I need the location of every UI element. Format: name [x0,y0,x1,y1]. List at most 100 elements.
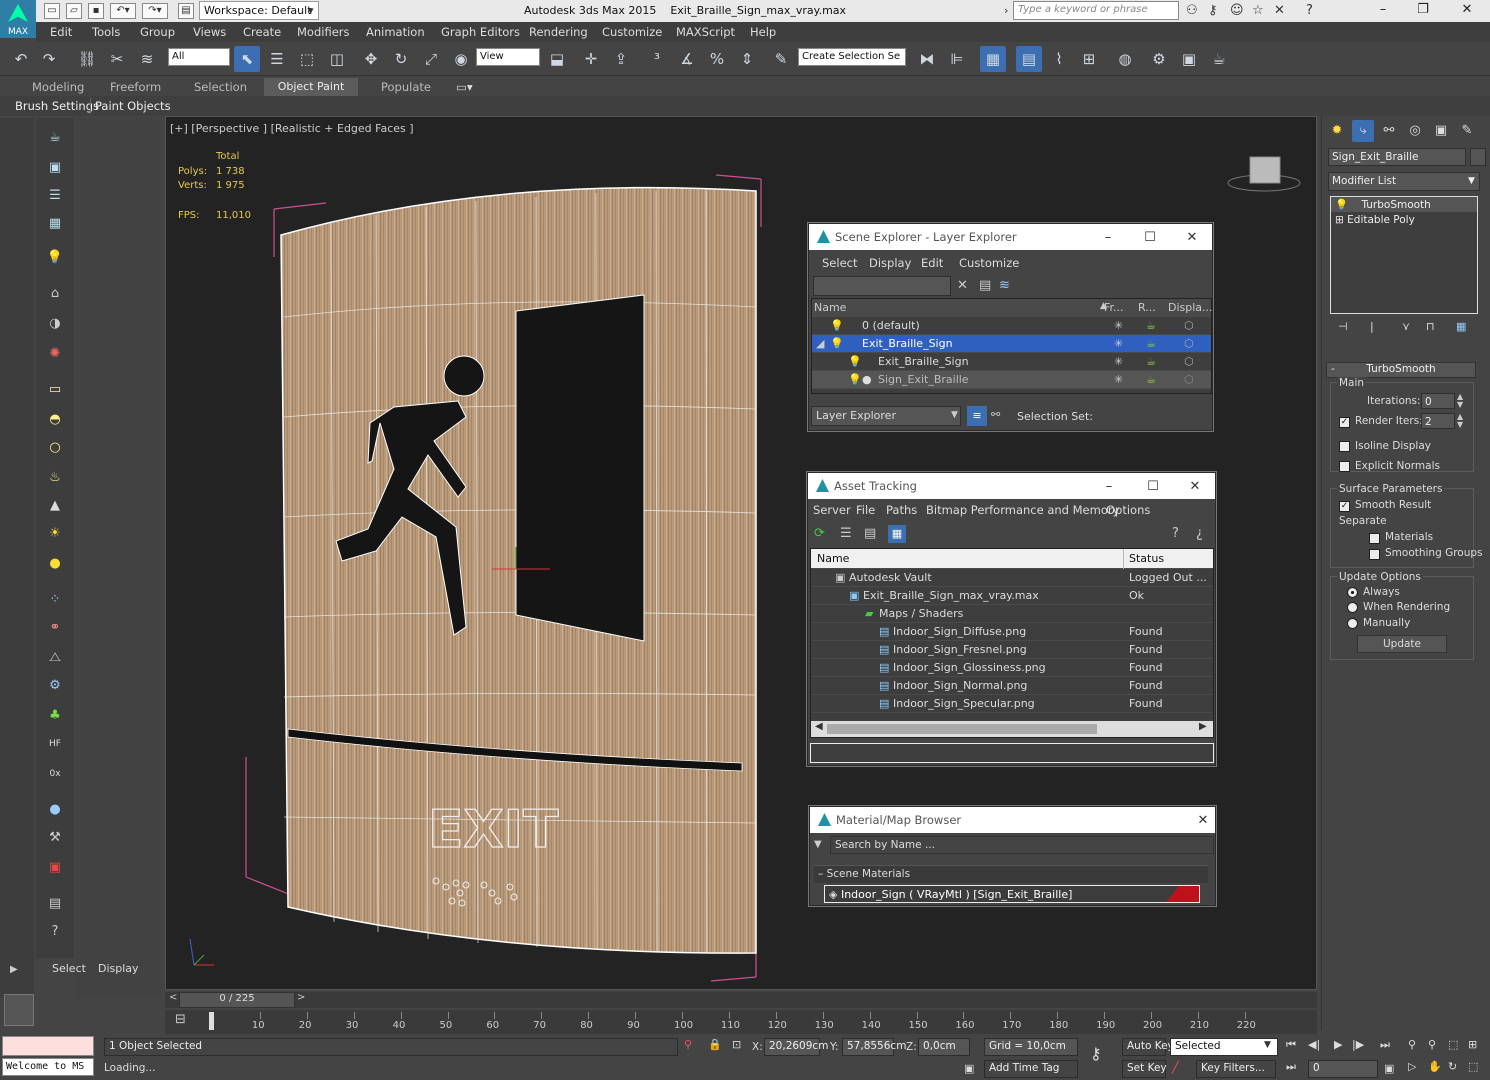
modify-tab-icon[interactable]: ⤷ [1352,120,1374,142]
zoom-extents-icon[interactable]: ⬚ [1448,1038,1458,1051]
scene-materials-group[interactable]: – Scene Materials [814,865,1208,883]
x-coordinate-field[interactable]: 20,2609cm [764,1038,828,1056]
maxscript-listener-top[interactable] [2,1036,94,1056]
light-bulb-icon[interactable]: 💡 [830,319,844,332]
clear-search-icon[interactable]: ✕ [957,278,968,293]
material-editor-icon[interactable]: ◍ [1112,46,1138,72]
display-box-icon[interactable]: ⬡ [1184,319,1194,332]
edit-named-sets-icon[interactable]: ✎ [768,46,794,72]
col-status[interactable]: Status [1129,552,1164,565]
curve-editor-icon[interactable]: ⌇ [1046,46,1072,72]
turbosmooth-rollout-header[interactable]: - TurboSmooth [1326,362,1476,378]
current-frame-field[interactable]: 0 [1308,1060,1378,1078]
col-name[interactable]: Name [814,301,846,314]
new-file-icon[interactable]: ▭ [44,3,60,19]
star-icon[interactable]: ☆ [1252,3,1264,18]
menu-file[interactable]: File [856,503,875,517]
prev-key-icon[interactable]: ◀| [1308,1038,1320,1051]
detail-view-icon[interactable]: ▤ [864,526,876,541]
menu-graph-editors[interactable]: Graph Editors [441,25,520,39]
rotate-icon[interactable]: ↻ [388,46,414,72]
menu-maxscript[interactable]: MAXScript [676,25,735,39]
freeze-icon[interactable]: ✳ [1114,355,1123,368]
percent-snap-icon[interactable]: % [704,46,730,72]
scroll-right-icon[interactable]: ▶ [1199,721,1207,732]
light-bulb-icon[interactable]: 💡 [1335,199,1361,211]
stack-item-editable-poly[interactable]: ⊞ Editable Poly [1331,213,1477,228]
options-arrow-icon[interactable]: ▼ [814,839,822,850]
render-teapot-icon[interactable]: ☕ [1146,337,1156,350]
maxscript-mini-listener[interactable]: Welcome to MS [2,1058,94,1076]
layout-thumbnail[interactable] [4,994,34,1026]
hair-fur-icon[interactable]: HF [44,734,66,754]
asset-row[interactable]: ▤ Indoor_Sign_Glossiness.png Found [811,659,1213,677]
menu-rendering[interactable]: Rendering [529,25,588,39]
freeze-icon[interactable]: ✳ [1114,373,1123,386]
col-name[interactable]: Name [817,552,849,565]
display-box-icon[interactable]: ⬡ [1184,355,1194,368]
set-key-icon[interactable]: ⚷ [1090,1044,1102,1063]
material-search-input[interactable]: Search by Name ... [830,836,1214,854]
menu-display[interactable]: Display [869,256,911,270]
refresh-icon[interactable]: ⟳ [814,526,825,541]
cone-icon[interactable]: ▲ [44,496,66,516]
menu-options[interactable]: Options [1106,503,1150,517]
key-curve-icon[interactable]: ╱ [1172,1061,1179,1074]
menu-edit[interactable]: Edit [50,25,72,39]
light-bulb-icon[interactable]: 💡 [830,337,844,350]
fov-icon[interactable]: ▷ [1408,1060,1416,1073]
col-freeze[interactable]: Fr... [1104,301,1124,314]
y-coordinate-field[interactable]: 57,8556cm [842,1038,906,1056]
document-icon[interactable]: ▤ [44,894,66,914]
absolute-mode-icon[interactable]: ⊡ [732,1038,741,1051]
exchange-icon[interactable]: ✕ [1274,3,1285,18]
goto-start-icon[interactable]: ⏮ [1286,1038,1296,1052]
play-icon[interactable]: ▶ [1334,1038,1342,1051]
about-icon[interactable]: ¿ [1196,526,1203,541]
app-logo[interactable]: MAX [0,0,36,38]
render-iters-spinner[interactable]: 2 [1421,413,1455,429]
omni-light-icon[interactable]: ● [44,554,66,574]
isoline-checkbox[interactable] [1339,441,1350,452]
time-tag-icon[interactable]: ▣ [964,1062,974,1075]
next-key-icon[interactable]: |▶ [1352,1038,1364,1051]
z-coordinate-field[interactable]: 0,0cm [918,1038,970,1056]
menu-tools[interactable]: Tools [92,25,120,39]
keyword-search-input[interactable]: Type a keyword or phrase [1013,1,1179,20]
render-teapot-icon[interactable]: ☕ [1146,319,1156,332]
add-to-layer-icon[interactable]: ≋ [999,278,1010,293]
render-production-icon[interactable]: ☕ [1206,46,1232,72]
asset-row[interactable]: ▤ Indoor_Sign_Specular.png Found [811,695,1213,713]
key-filters-button[interactable]: Key Filters... [1196,1060,1276,1078]
half-sphere-icon[interactable]: ◑ [44,314,66,334]
pin-stack-icon[interactable]: ⊣ [1338,320,1348,333]
ribbon-options-icon[interactable]: ▭▾ [456,80,473,94]
remove-modifier-icon[interactable]: ⊓ [1426,320,1435,333]
ox-icon[interactable]: 0x [44,764,66,784]
add-time-tag-button[interactable]: Add Time Tag [984,1060,1078,1078]
light-bulb-icon[interactable]: 💡 [848,373,862,386]
freeze-icon[interactable]: ✳ [1114,319,1123,332]
material-browser-title[interactable]: Material/Map Browser [810,807,1215,833]
object-color-swatch[interactable] [1470,148,1486,166]
maximize-viewport-icon[interactable]: ⬚ [1468,1060,1478,1073]
light-bulb-icon[interactable]: 💡 [848,355,862,368]
hierarchy-icon[interactable]: ⚯ [991,408,1000,421]
layer-row[interactable]: 💡 0 (default) ✳ ☕ ⬡ [812,317,1211,335]
workspace-dropdown[interactable]: Workspace: Default [199,1,319,20]
toggle-scene-explorer-icon[interactable]: ▦ [980,46,1006,72]
new-layer-icon[interactable]: ▤ [979,278,991,293]
smoothing-groups-checkbox[interactable] [1369,549,1380,560]
collapse-arrow-icon[interactable]: ◢ [816,337,824,350]
search-input[interactable] [813,276,951,296]
gear-icon[interactable]: ⚙ [44,676,66,696]
tab-object-paint[interactable]: Object Paint [264,78,358,96]
render-setup-side-icon[interactable]: ▣ [44,858,66,878]
table-view-icon[interactable]: ▦ [888,525,906,543]
menu-animation[interactable]: Animation [366,25,425,39]
selection-filter-dropdown[interactable]: All [168,48,230,66]
grass-icon[interactable]: ♣ [44,706,66,726]
orbit-icon[interactable]: ↻ [1448,1060,1457,1073]
display-box-icon[interactable]: ⬡ [1184,373,1194,386]
hierarchy-tab-icon[interactable]: ⚯ [1378,120,1400,142]
